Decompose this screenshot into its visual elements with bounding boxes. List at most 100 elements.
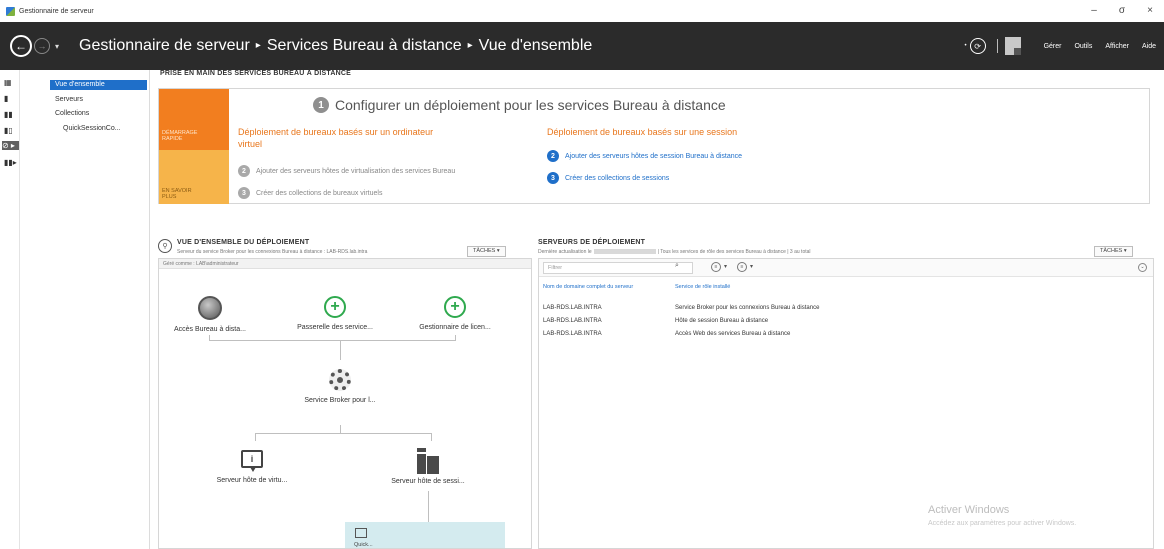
quick-start-tab[interactable]: DÉMARRAGE RAPIDE bbox=[159, 89, 229, 150]
activate-windows-watermark: Activer Windows bbox=[928, 504, 1010, 516]
deployment-overview-title: VUE D'ENSEMBLE DU DÉPLOIEMENT bbox=[177, 239, 310, 246]
window-controls: – σ × bbox=[1080, 0, 1164, 22]
deployment-overview-icon: ⚲ bbox=[158, 239, 172, 253]
breadcrumb-rds[interactable]: Services Bureau à distance bbox=[267, 37, 462, 54]
quick-start-tab-line2: RAPIDE bbox=[162, 136, 183, 142]
nav-item-servers[interactable]: Serveurs bbox=[55, 96, 83, 103]
deployment-overview-tasks-button[interactable]: TÂCHES ▾ bbox=[467, 246, 506, 257]
collection-icon bbox=[355, 528, 367, 538]
menu-manage[interactable]: Gérer bbox=[1044, 43, 1062, 50]
filter-input[interactable]: Filtrer bbox=[543, 262, 693, 274]
connector-line bbox=[255, 433, 431, 434]
plus-icon: + bbox=[444, 296, 466, 318]
managed-as-strip: Géré comme : LAB\administrateur bbox=[159, 259, 531, 269]
plus-icon: + bbox=[324, 296, 346, 318]
deployment-overview-subtitle: Serveur du service Broker pour les conne… bbox=[177, 249, 368, 255]
quick-start-panel: DÉMARRAGE RAPIDE EN SAVOIR PLUS 1 Config… bbox=[158, 88, 1150, 204]
table-row-role[interactable]: Service Broker pour les connexions Burea… bbox=[675, 305, 819, 311]
column-header-installed-role[interactable]: Service de rôle installé bbox=[675, 284, 730, 290]
node-rd-connection-broker[interactable]: Service Broker pour l... bbox=[285, 369, 395, 404]
server-manager-icon bbox=[6, 6, 15, 16]
main-content: PRISE EN MAIN DES SERVICES BUREAU À DIST… bbox=[150, 70, 1164, 549]
connector-line bbox=[209, 335, 210, 341]
filter-bar: Filtrer ⌕ ≡ ▾ ≡ ▾ ⌄ bbox=[539, 259, 1153, 277]
local-server-icon[interactable]: ▮ bbox=[4, 94, 16, 103]
table-row-role[interactable]: Accès Web des services Bureau à distance bbox=[675, 331, 790, 337]
chevron-down-icon[interactable]: ▾ bbox=[724, 263, 727, 270]
maximize-button[interactable]: σ bbox=[1108, 0, 1136, 22]
step-add-session-hosts-label: Ajouter des serveurs hôtes de session Bu… bbox=[565, 152, 743, 160]
table-row-server[interactable]: LAB-RDS.LAB.INTRA bbox=[543, 318, 602, 324]
navigation-pane: Vue d'ensemble Serveurs Collections Quic… bbox=[20, 70, 150, 549]
nav-item-collections[interactable]: Collections bbox=[55, 110, 89, 117]
learn-more-tab[interactable]: EN SAVOIR PLUS bbox=[159, 150, 229, 204]
step-create-session-collections[interactable]: 3 Créer des collections de sessions bbox=[547, 172, 669, 184]
connector-line bbox=[431, 433, 432, 441]
minimize-button[interactable]: – bbox=[1080, 0, 1108, 22]
virtual-desktop-heading-line2: virtuel bbox=[238, 139, 263, 149]
connector-line bbox=[255, 433, 256, 441]
chevron-down-icon[interactable]: ▾ bbox=[750, 263, 753, 270]
history-dropdown-icon[interactable]: ▾ bbox=[55, 42, 59, 51]
menu-tools[interactable]: Outils bbox=[1074, 43, 1092, 50]
search-icon[interactable]: ⌕ bbox=[675, 262, 679, 270]
step-add-session-hosts[interactable]: 2 Ajouter des serveurs hôtes de session … bbox=[547, 150, 742, 162]
file-services-icon[interactable]: ▮▯ bbox=[4, 126, 16, 135]
deployment-servers-title: SERVEURS DE DÉPLOIEMENT bbox=[538, 239, 646, 246]
header-actions: • ⟳ Gérer Outils Afficher Aide bbox=[964, 22, 1156, 70]
column-header-server-fqdn[interactable]: Nom de domaine complet du serveur bbox=[543, 284, 633, 290]
redacted-timestamp bbox=[593, 249, 656, 255]
learn-more-tab-line2: PLUS bbox=[162, 194, 177, 200]
close-button[interactable]: × bbox=[1136, 0, 1164, 22]
refresh-dropdown-icon[interactable]: • bbox=[964, 43, 966, 49]
node-rd-licensing-label: Gestionnaire de licen... bbox=[419, 324, 491, 331]
forward-arrow-icon[interactable]: → bbox=[34, 38, 50, 54]
header-bar: ← → ▾ Gestionnaire de serveur ▸ Services B… bbox=[0, 22, 1164, 70]
nav-item-quicksession-collection[interactable]: QuickSessionCo... bbox=[63, 125, 121, 132]
step-number-badge: 3 bbox=[238, 187, 250, 199]
quicksession-collection-tile[interactable]: Quick... bbox=[345, 522, 505, 548]
step-configure-deployment[interactable]: 1 Configurer un déploiement pour les ser… bbox=[313, 97, 726, 113]
breadcrumb-separator: ▸ bbox=[467, 40, 473, 51]
breadcrumb: Gestionnaire de serveur ▸ Services Bureau … bbox=[79, 37, 592, 55]
menu-view[interactable]: Afficher bbox=[1105, 43, 1129, 50]
session-desktop-heading[interactable]: Déploiement de bureaux basés sur une ses… bbox=[547, 126, 737, 138]
quicksession-collection-label: Quick... bbox=[354, 542, 373, 548]
header-divider bbox=[996, 39, 998, 53]
breadcrumb-separator: ▸ bbox=[255, 40, 261, 51]
connector-line bbox=[340, 425, 341, 433]
step-create-virtual-desktop-collections-label: Créer des collections de bureaux virtuel… bbox=[256, 189, 383, 197]
menu-help[interactable]: Aide bbox=[1142, 43, 1156, 50]
save-query-button[interactable]: ≡ bbox=[737, 262, 747, 272]
refresh-icon[interactable]: ⟳ bbox=[969, 38, 986, 54]
connector-line bbox=[428, 491, 429, 522]
node-rd-gateway[interactable]: + Passerelle des service... bbox=[287, 296, 383, 331]
deployment-servers-tasks-button[interactable]: TÂCHES ▾ bbox=[1094, 246, 1133, 257]
remote-desktop-services-icon[interactable]: ⊘ ▸ bbox=[2, 141, 19, 150]
query-options-button[interactable]: ≡ bbox=[711, 262, 721, 272]
step-create-session-collections-label: Créer des collections de sessions bbox=[565, 174, 670, 182]
table-row-role[interactable]: Hôte de session Bureau à distance bbox=[675, 318, 768, 324]
globe-icon bbox=[198, 296, 222, 320]
breadcrumb-server-manager[interactable]: Gestionnaire de serveur bbox=[79, 37, 250, 54]
node-rd-web-access[interactable]: Accès Bureau à dista... bbox=[169, 296, 251, 333]
step-number-badge: 1 bbox=[313, 97, 329, 113]
back-arrow-icon[interactable]: ← bbox=[10, 35, 32, 57]
flag-icon[interactable] bbox=[1004, 37, 1021, 55]
nav-item-overview[interactable]: Vue d'ensemble bbox=[50, 80, 147, 90]
file-storage-icon[interactable]: ▮▮▸ bbox=[4, 158, 17, 167]
dashboard-icon[interactable]: ▦ bbox=[4, 78, 16, 87]
step-add-virtualization-hosts-label: Ajouter des serveurs hôtes de virtualisa… bbox=[256, 167, 456, 175]
step-add-virtualization-hosts[interactable]: 2 Ajouter des serveurs hôtes de virtuali… bbox=[238, 165, 455, 177]
expand-icon[interactable]: ⌄ bbox=[1138, 263, 1147, 272]
table-row-server[interactable]: LAB-RDS.LAB.INTRA bbox=[543, 305, 602, 311]
node-rd-virtualization-host[interactable]: i Serveur hôte de virtu... bbox=[197, 450, 307, 484]
server-manager-window: Gestionnaire de serveur – σ × ← → ▾ Gest… bbox=[0, 0, 1164, 549]
node-rd-session-host[interactable]: Serveur hôte de sessi... bbox=[373, 448, 483, 485]
table-row-server[interactable]: LAB-RDS.LAB.INTRA bbox=[543, 331, 602, 337]
info-icon: i bbox=[241, 450, 263, 472]
step-create-virtual-desktop-collections[interactable]: 3 Créer des collections de bureaux virtu… bbox=[238, 187, 382, 199]
virtual-desktop-heading[interactable]: Déploiement de bureaux basés sur un ordi… bbox=[238, 126, 433, 150]
node-rd-licensing[interactable]: + Gestionnaire de licen... bbox=[403, 296, 507, 331]
all-servers-icon[interactable]: ▮▮ bbox=[4, 110, 16, 119]
